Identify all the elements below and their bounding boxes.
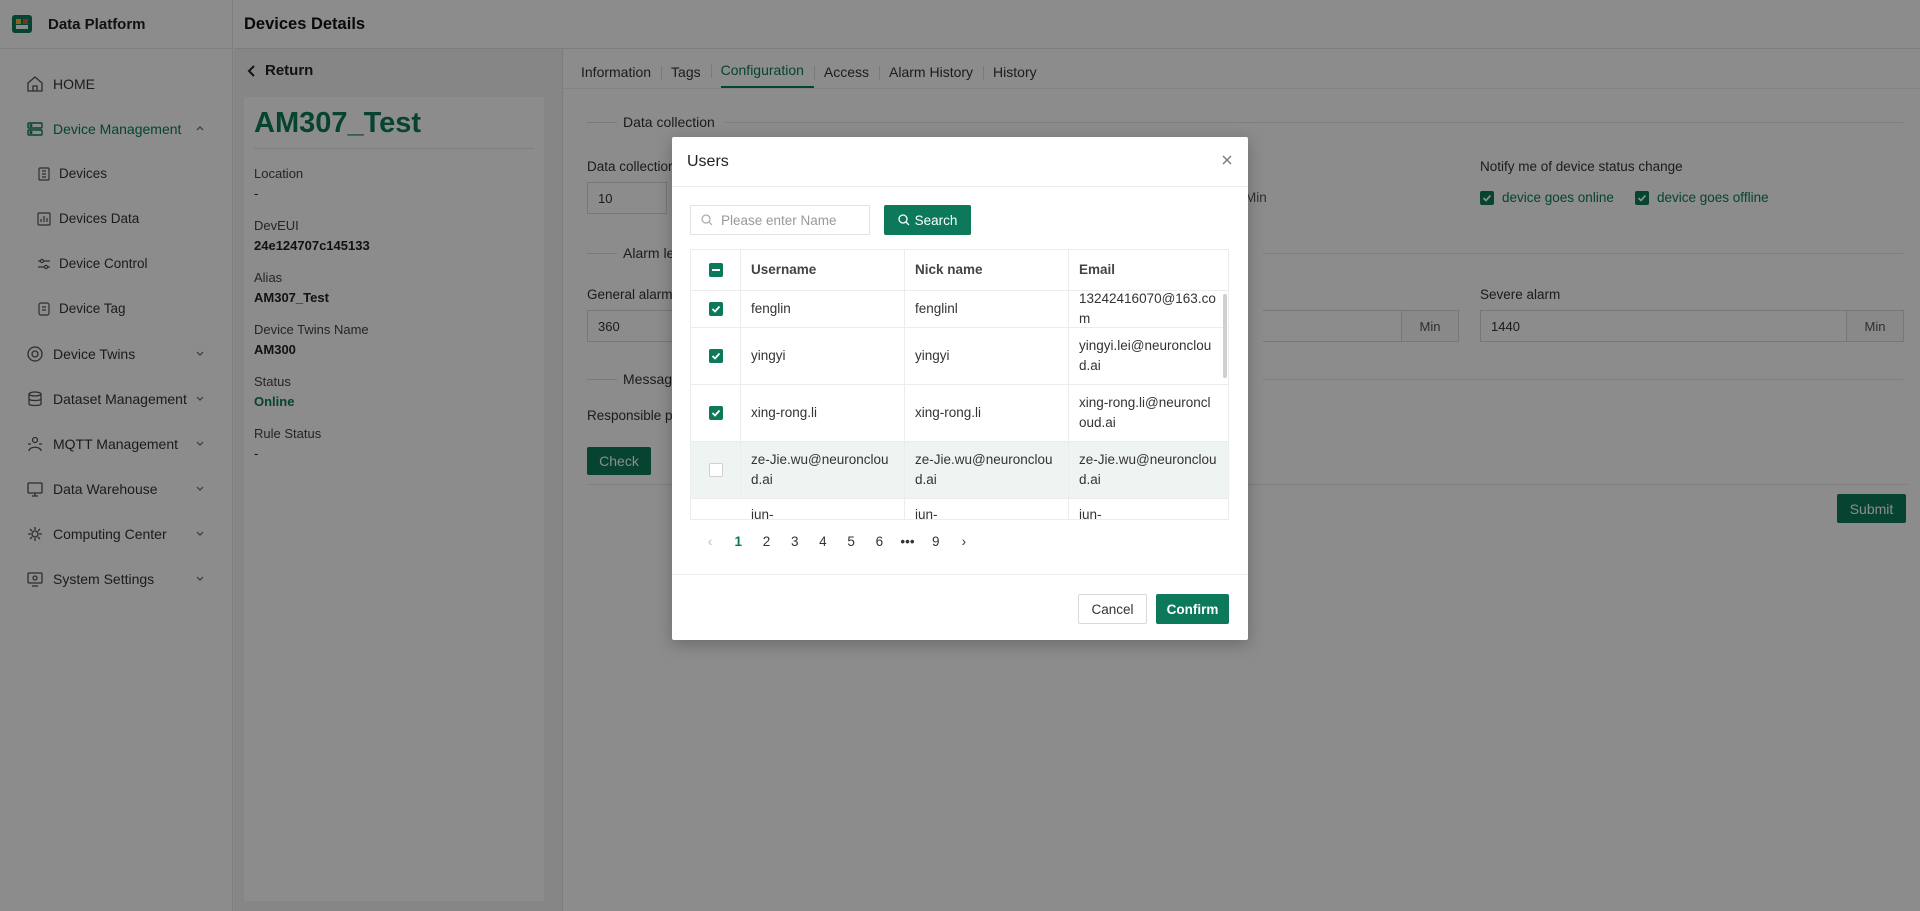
confirm-button[interactable]: Confirm [1156, 594, 1229, 624]
select-cell [691, 291, 741, 327]
email-cell: xing-rong.li@neuroncloud.ai [1079, 395, 1211, 430]
search-button-label: Search [914, 212, 958, 228]
nickname-cell: xing-rong.li [905, 385, 1069, 441]
nickname-cell: jun- [905, 499, 1069, 519]
username-cell: xing-rong.li [741, 385, 905, 441]
table-row[interactable]: jun- jun- jun- [691, 499, 1228, 520]
page-button[interactable]: 3 [781, 534, 809, 549]
users-table: Username Nick name Email fenglin fenglin… [690, 249, 1229, 520]
page-button[interactable]: 4 [809, 534, 837, 549]
email-cell: ze-Jie.wu@neuroncloud.ai [1079, 452, 1217, 487]
table-row[interactable]: xing-rong.li xing-rong.li xing-rong.li@n… [691, 385, 1228, 442]
select-cell [691, 328, 741, 384]
search-button[interactable]: Search [884, 205, 971, 235]
table-row[interactable]: ze-Jie.wu@neuroncloud.ai ze-Jie.wu@neuro… [691, 442, 1228, 499]
table-row[interactable]: yingyi yingyi yingyi.lei@neuroncloud.ai [691, 328, 1228, 385]
username-cell: fenglin [741, 291, 905, 327]
search-input[interactable]: Please enter Name [690, 205, 870, 235]
check-icon [711, 305, 720, 313]
row-checkbox[interactable] [708, 463, 723, 477]
search-icon [897, 214, 910, 226]
page-button[interactable]: 2 [752, 534, 780, 549]
next-page-button[interactable]: › [950, 534, 978, 549]
table-row[interactable]: fenglin fenglinl 13242416070@163.com [691, 291, 1228, 328]
row-checkbox[interactable] [708, 406, 723, 420]
page-ellipsis[interactable]: ••• [893, 534, 921, 549]
search-placeholder: Please enter Name [721, 212, 837, 228]
prev-page-button[interactable]: ‹ [696, 534, 724, 549]
search-icon [701, 214, 713, 226]
table-header: Username Nick name Email [691, 250, 1228, 291]
nickname-cell: ze-Jie.wu@neuroncloud.ai [905, 442, 1069, 498]
modal-title: Users [687, 152, 729, 170]
check-icon [711, 409, 720, 417]
check-icon [711, 352, 720, 360]
email-cell: jun- [1079, 507, 1102, 520]
table-scrollbar[interactable] [1223, 294, 1227, 378]
select-all-checkbox[interactable] [708, 263, 723, 277]
select-cell [691, 442, 741, 498]
close-icon[interactable] [1220, 153, 1234, 167]
page-button[interactable]: 5 [837, 534, 865, 549]
column-header-nickname[interactable]: Nick name [905, 250, 1069, 290]
cancel-button[interactable]: Cancel [1078, 594, 1147, 624]
nickname-cell: fenglinl [905, 291, 1069, 327]
username-cell: jun- [741, 499, 905, 519]
column-header-username[interactable]: Username [741, 250, 905, 290]
search-row: Please enter Name Search [690, 205, 971, 235]
page-button[interactable]: 1 [724, 534, 752, 549]
select-cell [691, 385, 741, 441]
column-header-email[interactable]: Email [1069, 250, 1228, 290]
page-button[interactable]: 6 [865, 534, 893, 549]
email-cell: yingyi.lei@neuroncloud.ai [1079, 338, 1212, 373]
select-all-cell [691, 250, 741, 290]
row-checkbox[interactable] [708, 302, 723, 316]
users-modal: Users Please enter Name Search Username … [672, 137, 1248, 640]
page-button[interactable]: 9 [922, 534, 950, 549]
modal-footer: Cancel Confirm [672, 574, 1248, 640]
nickname-cell: yingyi [905, 328, 1069, 384]
email-cell: 13242416070@163.com [1079, 291, 1216, 326]
modal-header: Users [672, 137, 1248, 187]
row-checkbox[interactable] [708, 349, 723, 363]
pagination: ‹ 1 2 3 4 5 6 ••• 9 › [690, 526, 978, 556]
username-cell: ze-Jie.wu@neuroncloud.ai [741, 442, 905, 498]
username-cell: yingyi [741, 328, 905, 384]
